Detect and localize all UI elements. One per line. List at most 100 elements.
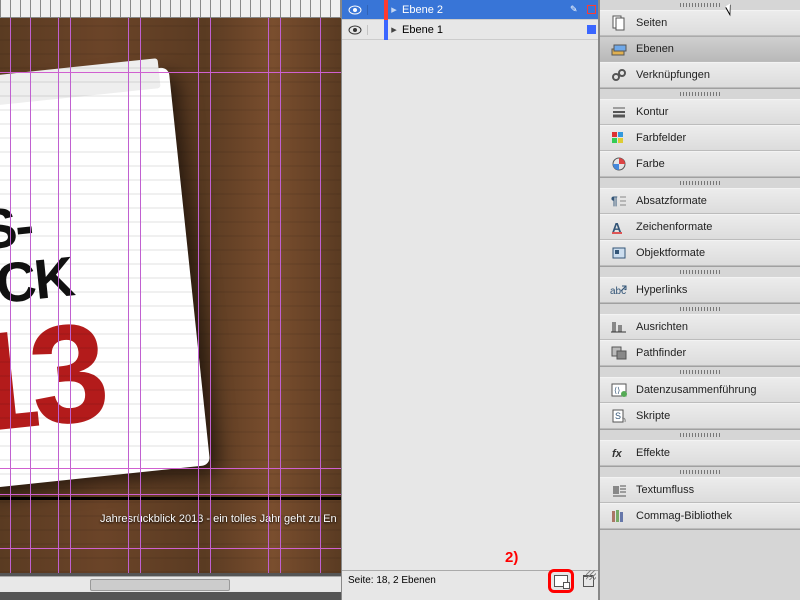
- guide-v[interactable]: [58, 18, 59, 573]
- scrollbar-thumb[interactable]: [90, 579, 230, 591]
- seiten-icon: [608, 15, 630, 31]
- svg-text:fx: fx: [612, 448, 623, 460]
- panel-item-skripte[interactable]: S Skripte: [600, 403, 800, 429]
- guide-v[interactable]: [198, 18, 199, 573]
- pathfinder-icon: [608, 345, 630, 361]
- selection-indicator[interactable]: [584, 5, 598, 14]
- guide-v[interactable]: [268, 18, 269, 573]
- panel-item-label: Seiten: [636, 17, 667, 29]
- effekte-icon: fx: [608, 445, 630, 461]
- panel-item-effekte[interactable]: fx Effekte: [600, 440, 800, 466]
- panel-item-ausrichten[interactable]: Ausrichten: [600, 314, 800, 340]
- layer-name-label[interactable]: Ebene 2: [400, 4, 570, 16]
- farbe-icon: [608, 156, 630, 172]
- document-canvas[interactable]: ES- LICK 13 Jahresrückblick 2013 - ein t…: [0, 0, 341, 600]
- panel-group-handle[interactable]: [600, 467, 800, 477]
- panel-item-label: Commag-Bibliothek: [636, 510, 732, 522]
- calendar-text-2: LICK: [0, 243, 76, 320]
- panel-item-label: Verknüpfungen: [636, 69, 710, 81]
- textumfluss-icon: [608, 482, 630, 498]
- guide-v[interactable]: [320, 18, 321, 573]
- panel-item-commag[interactable]: Commag-Bibliothek: [600, 503, 800, 529]
- panel-group-handle[interactable]: [600, 304, 800, 314]
- annotation-2: 2): [505, 549, 518, 566]
- verknuepfungen-icon: [608, 67, 630, 83]
- page-background: ES- LICK 13 Jahresrückblick 2013 - ein t…: [0, 18, 341, 573]
- panel-item-label: Zeichenformate: [636, 221, 712, 233]
- objektformate-icon: [608, 245, 630, 261]
- skripte-icon: S: [608, 408, 630, 424]
- svg-text:⟨⟩: ⟨⟩: [614, 386, 620, 395]
- zeichenformate-icon: A: [608, 219, 630, 235]
- panel-item-objektformate[interactable]: Objektformate: [600, 240, 800, 266]
- selection-indicator[interactable]: [584, 25, 598, 34]
- svg-text:¶: ¶: [611, 194, 618, 208]
- panel-item-absatzformate[interactable]: ¶ Absatzformate: [600, 188, 800, 214]
- panel-item-label: Farbfelder: [636, 132, 686, 144]
- ruler-horizontal[interactable]: [0, 0, 341, 18]
- panel-item-label: Hyperlinks: [636, 284, 687, 296]
- panel-item-kontur[interactable]: Kontur: [600, 99, 800, 125]
- guide-h[interactable]: [0, 468, 341, 469]
- disclosure-triangle-icon[interactable]: ▸: [388, 23, 400, 36]
- svg-text:S: S: [615, 411, 621, 421]
- guide-h[interactable]: [0, 494, 341, 495]
- panel-item-label: Datenzusammenführung: [636, 384, 756, 396]
- ebenen-icon: [608, 41, 630, 57]
- panel-item-ebenen[interactable]: Ebenen: [600, 36, 800, 62]
- panel-group-handle[interactable]: [600, 430, 800, 440]
- panel-item-zeichenformate[interactable]: A Zeichenformate: [600, 214, 800, 240]
- target-layer-icon[interactable]: ✎: [570, 4, 584, 15]
- panel-item-label: Skripte: [636, 410, 670, 422]
- hyperlinks-icon: abc: [608, 282, 630, 298]
- guide-v[interactable]: [280, 18, 281, 573]
- ausrichten-icon: [608, 319, 630, 335]
- absatzformate-icon: ¶: [608, 193, 630, 209]
- panel-item-hyperlinks[interactable]: abc Hyperlinks: [600, 277, 800, 303]
- visibility-toggle-icon[interactable]: [342, 25, 368, 35]
- layer-row-0[interactable]: ▸Ebene 2✎: [342, 0, 598, 20]
- panel-item-seiten[interactable]: Seiten: [600, 10, 800, 36]
- guide-v[interactable]: [210, 18, 211, 573]
- page-edge: [0, 497, 341, 500]
- panel-item-datenzusammenfuehrung[interactable]: ⟨⟩ Datenzusammenführung: [600, 377, 800, 403]
- panel-item-textumfluss[interactable]: Textumfluss: [600, 477, 800, 503]
- panel-item-label: Absatzformate: [636, 195, 707, 207]
- panel-group-handle[interactable]: [600, 89, 800, 99]
- page-caption: Jahresrückblick 2013 - ein tolles Jahr g…: [100, 513, 337, 525]
- layer-row-1[interactable]: ▸Ebene 1: [342, 20, 598, 40]
- panel-group-handle[interactable]: [600, 178, 800, 188]
- panel-item-label: Pathfinder: [636, 347, 686, 359]
- guide-h[interactable]: [0, 72, 341, 73]
- panel-group-handle[interactable]: [600, 0, 800, 10]
- visibility-toggle-icon[interactable]: [342, 5, 368, 15]
- panel-item-pathfinder[interactable]: Pathfinder: [600, 340, 800, 366]
- layer-name-label[interactable]: Ebene 1: [400, 24, 570, 36]
- calendar-text-3: 13: [0, 301, 107, 455]
- guide-v[interactable]: [140, 18, 141, 573]
- panel-item-label: Ausrichten: [636, 321, 688, 333]
- guide-v[interactable]: [128, 18, 129, 573]
- horizontal-scrollbar[interactable]: [0, 576, 341, 592]
- guide-v[interactable]: [70, 18, 71, 573]
- panel-item-label: Farbe: [636, 158, 665, 170]
- guide-h[interactable]: [0, 548, 341, 549]
- layers-status-text: Seite: 18, 2 Ebenen: [348, 575, 436, 586]
- panel-item-label: Textumfluss: [636, 484, 694, 496]
- panel-item-label: Effekte: [636, 447, 670, 459]
- guide-v[interactable]: [10, 18, 11, 573]
- panel-item-verknuepfungen[interactable]: Verknüpfungen: [600, 62, 800, 88]
- panel-group-handle[interactable]: [600, 367, 800, 377]
- calendar-object[interactable]: ES- LICK 13: [0, 67, 210, 489]
- panel-rail: Seiten Ebenen Verknüpfungen Kontur Farbfelde…: [599, 0, 800, 600]
- commag-icon: [608, 508, 630, 524]
- new-layer-button[interactable]: [548, 569, 574, 593]
- kontur-icon: [608, 104, 630, 120]
- farbfelder-icon: [608, 130, 630, 146]
- panel-item-farbe[interactable]: Farbe: [600, 151, 800, 177]
- panel-item-farbfelder[interactable]: Farbfelder: [600, 125, 800, 151]
- panel-group-handle[interactable]: [600, 267, 800, 277]
- guide-v[interactable]: [30, 18, 31, 573]
- resize-grip-icon[interactable]: [586, 570, 596, 580]
- disclosure-triangle-icon[interactable]: ▸: [388, 3, 400, 16]
